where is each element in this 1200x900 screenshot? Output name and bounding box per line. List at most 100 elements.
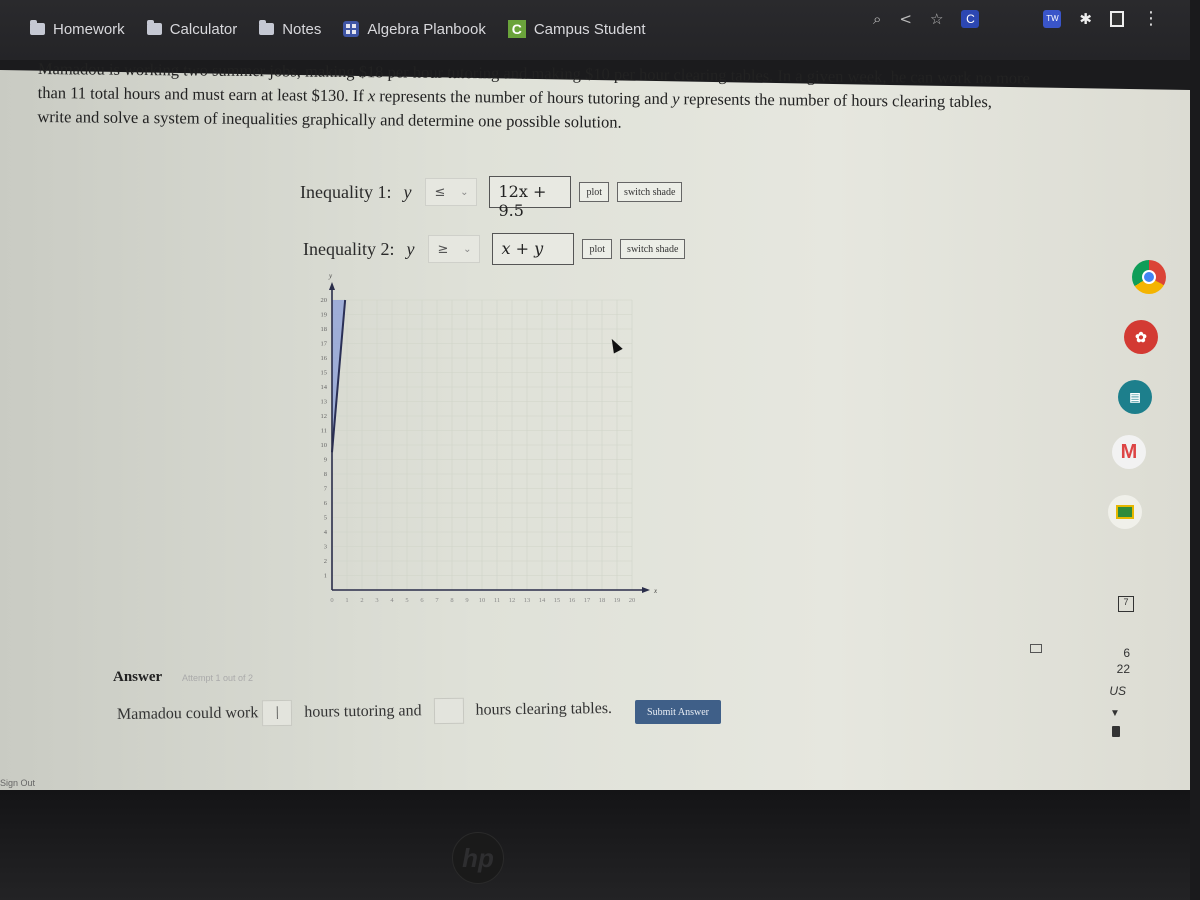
inequality-var: y [406, 238, 415, 259]
submit-answer-button[interactable]: Submit Answer [635, 700, 721, 724]
y-axis-label: y [328, 272, 333, 280]
bookmark-label: Notes [282, 20, 322, 38]
bookmark-algebra-planbook[interactable]: Algebra Planbook [343, 20, 486, 38]
x-tick-label: 13 [524, 597, 531, 604]
expression-input[interactable]: x + y [492, 233, 575, 265]
laptop-bezel [0, 790, 1200, 900]
bookmarks-bar: Homework Calculator Notes Algebra Planbo… [30, 20, 646, 38]
y-tick-label: 7 [324, 486, 328, 493]
bookmark-label: Calculator [169, 20, 238, 38]
bookmark-label: Algebra Planbook [367, 20, 486, 38]
laptop-bezel-right [1190, 0, 1200, 900]
x-tick-label: 15 [554, 597, 561, 604]
folder-icon [259, 20, 275, 35]
battery-icon[interactable] [1112, 726, 1120, 737]
x-tick-label: 16 [569, 597, 576, 604]
tutoring-hours-input[interactable]: | [262, 699, 293, 727]
zoom-icon[interactable]: ⌕ [873, 10, 881, 28]
attempt-counter: Attempt 1 out of 2 [182, 673, 254, 683]
y-tick-label: 3 [324, 544, 327, 551]
clock-hour[interactable]: 6 [1098, 646, 1130, 660]
y-axis-arrow [329, 282, 335, 290]
x-tick-label: 0 [330, 597, 333, 604]
share-icon[interactable]: < [899, 10, 912, 28]
y-tick-label: 17 [321, 341, 328, 348]
extension-c-icon[interactable]: C [961, 9, 980, 28]
plot-button[interactable]: plot [579, 182, 610, 202]
y-tick-label: 19 [321, 312, 328, 319]
y-tick-label: 16 [321, 355, 328, 362]
x-tick-label: 2 [360, 597, 363, 604]
extension-tw-icon[interactable]: TW [1043, 9, 1062, 28]
y-tick-label: 10 [321, 442, 328, 449]
y-tick-label: 9 [324, 457, 327, 464]
chrome-icon[interactable] [1132, 260, 1166, 294]
x-tick-label: 12 [509, 597, 516, 604]
x-tick-label: 11 [494, 597, 500, 604]
graph-canvas[interactable]: xy0 1 2 3 4 5 6 7 8 9 10 11 12 13 14 15 16 17 18 19 20123456… [300, 272, 660, 612]
switch-shade-button[interactable]: switch shade [617, 182, 683, 202]
bookmark-notes[interactable]: Notes [259, 20, 322, 38]
bookmark-homework[interactable]: Homework [30, 20, 125, 38]
expression-input[interactable]: 12x + 9.5 [489, 176, 572, 220]
toolbar-icons: ⌕ < ☆ C TW ✱ ⋮ [873, 8, 1160, 29]
sign-out-link[interactable]: Sign Out [0, 778, 35, 788]
inequality-2-row: Inequality 2: y ≥ ⌄ x + y plot switch sha… [303, 233, 686, 265]
wifi-icon[interactable]: ▼ [1110, 708, 1120, 719]
chevron-down-icon: ⌄ [460, 186, 469, 198]
x-axis-label: x [653, 587, 658, 595]
x-tick-label: 4 [390, 597, 394, 604]
bookmark-campus-student[interactable]: C Campus Student [507, 20, 646, 38]
menu-kebab-icon[interactable]: ⋮ [1142, 8, 1160, 29]
canvas-icon[interactable]: ✿ [1124, 320, 1158, 354]
x-tick-label: 18 [599, 597, 606, 604]
campus-icon: C [507, 20, 526, 38]
locale-indicator[interactable]: US [1098, 684, 1126, 698]
x-tick-label: 7 [435, 597, 439, 604]
plot-button[interactable]: plot [582, 239, 613, 259]
y-tick-label: 20 [321, 297, 328, 304]
star-icon[interactable]: ☆ [930, 10, 943, 28]
screen-capture-icon[interactable] [1030, 644, 1042, 653]
folder-icon [146, 20, 162, 35]
google-classroom-icon[interactable] [1108, 495, 1142, 529]
x-tick-label: 19 [614, 597, 621, 604]
bookmark-label: Campus Student [533, 20, 646, 38]
y-tick-label: 2 [324, 558, 327, 565]
clearing-hours-input[interactable] [433, 697, 464, 725]
y-tick-label: 18 [321, 326, 328, 333]
y-tick-label: 1 [324, 573, 327, 580]
inequality-var: y [403, 181, 412, 202]
x-tick-label: 3 [375, 597, 378, 604]
answer-heading: Answer [113, 669, 163, 685]
x-tick-label: 10 [479, 597, 486, 604]
x-axis-arrow [642, 587, 650, 593]
inequality-label: Inequality 2: [303, 238, 395, 259]
clock-minute[interactable]: 22 [1098, 662, 1130, 676]
x-tick-label: 14 [539, 597, 546, 604]
extensions-puzzle-icon[interactable]: ✱ [1079, 10, 1092, 28]
calendar-icon[interactable]: 7 [1118, 596, 1134, 612]
side-panel-icon[interactable] [1110, 10, 1124, 27]
y-tick-label: 15 [321, 370, 328, 377]
x-tick-label: 9 [465, 597, 468, 604]
gmail-icon[interactable]: M [1112, 435, 1146, 469]
bookmark-label: Homework [53, 20, 125, 38]
x-tick-label: 5 [405, 597, 408, 604]
inequality-label: Inequality 1: [300, 181, 392, 202]
operator-select[interactable]: ≤ ⌄ [425, 178, 478, 206]
y-tick-label: 12 [321, 413, 328, 420]
y-tick-label: 14 [321, 384, 328, 391]
hp-logo: hp [452, 832, 504, 884]
chevron-down-icon: ⌄ [463, 243, 472, 255]
classroom-slides-icon[interactable]: ▤ [1118, 380, 1152, 414]
y-tick-label: 5 [324, 515, 327, 522]
inequality-1-row: Inequality 1: y ≤ ⌄ 12x + 9.5 plot switch… [300, 176, 683, 220]
bookmark-calculator[interactable]: Calculator [146, 20, 238, 38]
y-tick-label: 13 [321, 399, 328, 406]
x-tick-label: 20 [629, 597, 636, 604]
problem-statement: Mamadou is working two summer jobs, maki… [37, 57, 1128, 139]
operator-select[interactable]: ≥ ⌄ [428, 235, 481, 263]
switch-shade-button[interactable]: switch shade [620, 239, 686, 259]
x-tick-label: 17 [584, 597, 591, 604]
